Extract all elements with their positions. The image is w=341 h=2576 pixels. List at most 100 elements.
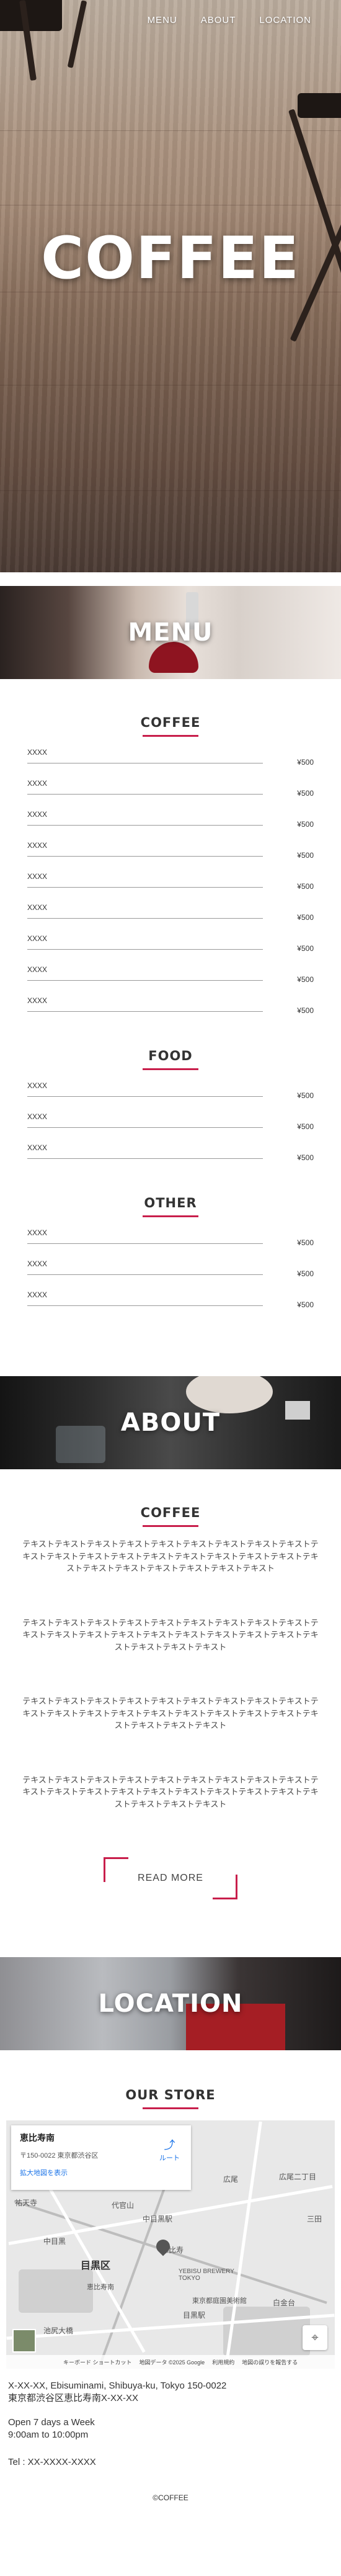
menu-item-divider	[27, 794, 263, 795]
read-more-label: READ MORE	[138, 1873, 203, 1883]
menu-item-name: XXXX	[27, 779, 48, 788]
keyboard-shortcuts-link[interactable]: キーボード ショートカット	[63, 2358, 132, 2366]
map-data-credit: 地図データ ©2025 Google	[139, 2359, 205, 2366]
address-en: X-XX-XX, Ebisuminami, Shibuya-ku, Tokyo …	[8, 2380, 227, 2391]
menu-item-name: XXXX	[27, 748, 48, 757]
menu-item: XXXX ¥500	[27, 1252, 314, 1283]
menu-item-price: ¥500	[297, 851, 314, 860]
menu-banner: MENU	[0, 586, 341, 679]
menu-item-divider	[27, 1305, 263, 1306]
menu-item-name: XXXX	[27, 841, 48, 850]
satellite-toggle[interactable]	[12, 2329, 36, 2353]
food-menu-list: XXXX ¥500 XXXX ¥500 XXXX ¥500	[0, 1074, 341, 1167]
menu-item-price: ¥500	[297, 1153, 314, 1162]
menu-section: COFFEE XXXX ¥500 XXXX ¥500 XXXX ¥500 XXXX ¥500 X…	[0, 679, 341, 1376]
terms-link[interactable]: 利用規約	[212, 2358, 234, 2366]
menu-item-price: ¥500	[297, 1006, 314, 1015]
menu-item-price: ¥500	[297, 975, 314, 984]
menu-item-divider	[27, 949, 263, 950]
map-place-address: 〒150-0022 東京都渋谷区	[20, 2152, 99, 2159]
menu-item-name: XXXX	[27, 1112, 48, 1121]
menu-item-divider	[27, 1158, 263, 1159]
menu-item: XXXX ¥500	[27, 896, 314, 927]
menu-item-price: ¥500	[297, 789, 314, 798]
directions-icon: ⤴	[164, 2139, 175, 2151]
enlarge-map-link[interactable]: 拡大地図を表示	[20, 2168, 182, 2177]
about-section: COFFEE テキストテキストテキストテキストテキストテキストテキストテキストテ…	[0, 1469, 341, 1957]
about-paragraph: テキストテキストテキストテキストテキストテキストテキストテキストテキストテキスト…	[22, 1775, 319, 1809]
menu-item-divider	[27, 856, 263, 857]
menu-item-divider	[27, 918, 263, 919]
hours-time: 9:00am to 10:00pm	[8, 2429, 89, 2440]
menu-item: XXXX ¥500	[27, 989, 314, 1020]
menu-item: XXXX ¥500	[27, 741, 314, 772]
hours-days: Open 7 days a Week	[8, 2416, 95, 2428]
menu-item-price: ¥500	[297, 1269, 314, 1278]
menu-item-divider	[27, 1274, 263, 1275]
menu-item-price: ¥500	[297, 1238, 314, 1247]
menu-item-name: XXXX	[27, 810, 48, 819]
hero: MENU ABOUT LOCATION COFFEE	[0, 0, 341, 572]
menu-item-price: ¥500	[297, 882, 314, 891]
menu-banner-title: MENU	[128, 618, 213, 647]
coffee-menu-list: XXXX ¥500 XXXX ¥500 XXXX ¥500 XXXX ¥500 XXXX ¥500…	[0, 741, 341, 1020]
crosshair-icon: ⌖	[311, 2331, 319, 2344]
menu-item-price: ¥500	[297, 1122, 314, 1131]
menu-item: XXXX ¥500	[27, 772, 314, 803]
phone-number: Tel : XX-XXXX-XXXX	[8, 2457, 96, 2467]
menu-item: XXXX ¥500	[27, 927, 314, 958]
nav-about[interactable]: ABOUT	[201, 15, 236, 25]
menu-item-divider	[27, 980, 263, 981]
menu-item-price: ¥500	[297, 1091, 314, 1100]
location-banner: LOCATION	[0, 1957, 341, 2050]
menu-item-name: XXXX	[27, 1143, 48, 1152]
menu-item-divider	[27, 1127, 263, 1128]
store-heading: OUR STORE	[0, 2087, 341, 2109]
main-nav: MENU ABOUT LOCATION	[148, 15, 311, 25]
menu-item-divider	[27, 1096, 263, 1097]
nav-menu[interactable]: MENU	[148, 15, 177, 25]
menu-item-name: XXXX	[27, 996, 48, 1005]
menu-item: XXXX ¥500	[27, 834, 314, 865]
about-banner: ABOUT	[0, 1376, 341, 1469]
location-banner-title: LOCATION	[98, 1989, 243, 2018]
menu-item-divider	[27, 825, 263, 826]
menu-item: XXXX ¥500	[27, 1283, 314, 1314]
about-banner-title: ABOUT	[120, 1408, 221, 1437]
menu-item-name: XXXX	[27, 903, 48, 912]
menu-item-name: XXXX	[27, 1081, 48, 1090]
menu-item: XXXX ¥500	[27, 1074, 314, 1105]
map-location-control[interactable]: ⌖	[303, 2325, 327, 2350]
menu-item: XXXX ¥500	[27, 865, 314, 896]
menu-item-price: ¥500	[297, 944, 314, 953]
menu-item-name: XXXX	[27, 1228, 48, 1237]
directions-button[interactable]: ⤴ ルート	[159, 2137, 180, 2163]
menu-item-divider	[27, 1243, 263, 1244]
menu-item-name: XXXX	[27, 872, 48, 881]
menu-heading-other: OTHER	[0, 1196, 341, 1217]
menu-item: XXXX ¥500	[27, 803, 314, 834]
menu-item-name: XXXX	[27, 1259, 48, 1268]
report-error-link[interactable]: 地図の誤りを報告する	[242, 2358, 298, 2366]
map-label-meguro-ku: 目黒区	[81, 2261, 111, 2271]
menu-item-divider	[27, 1011, 263, 1012]
copyright: ©COFFEE	[153, 2493, 188, 2503]
location-section: OUR STORE 祐天寺 目黒区 中目黒 代官山 中目黒駅 恵比寿 広尾 広尾…	[0, 2050, 341, 2469]
menu-item-name: XXXX	[27, 934, 48, 943]
about-paragraph: テキストテキストテキストテキストテキストテキストテキストテキストテキストテキスト…	[22, 1539, 319, 1573]
menu-item-price: ¥500	[297, 820, 314, 829]
nav-location[interactable]: LOCATION	[259, 15, 311, 25]
menu-item-price: ¥500	[297, 758, 314, 767]
menu-item: XXXX ¥500	[27, 1221, 314, 1252]
about-paragraph: テキストテキストテキストテキストテキストテキストテキストテキストテキストテキスト…	[22, 1696, 319, 1730]
google-map[interactable]: 祐天寺 目黒区 中目黒 代官山 中目黒駅 恵比寿 広尾 広尾二丁目 YEBISU…	[6, 2120, 335, 2369]
menu-heading-food: FOOD	[0, 1048, 341, 1070]
menu-item-price: ¥500	[297, 1300, 314, 1309]
menu-heading-coffee: COFFEE	[0, 715, 341, 737]
menu-item-divider	[27, 887, 263, 888]
read-more-button[interactable]: READ MORE	[104, 1857, 237, 1899]
store-info: X-XX-XX, Ebisuminami, Shibuya-ku, Tokyo …	[0, 2380, 341, 2469]
menu-item-price: ¥500	[297, 913, 314, 922]
address-jp: 東京都渋谷区恵比寿南X-XX-XX	[8, 2393, 139, 2404]
about-heading: COFFEE	[0, 1505, 341, 1527]
